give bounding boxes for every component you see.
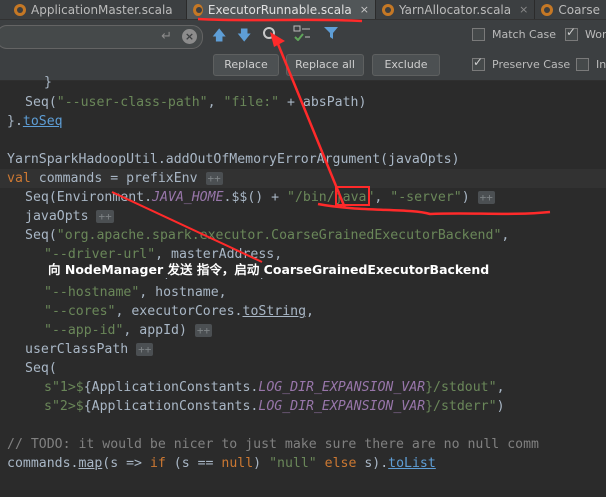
annotation-arrow bbox=[276, 43, 347, 209]
annotation-overlay bbox=[111, 17, 551, 263]
annotation-arrowhead bbox=[270, 32, 285, 47]
tab-underline-stroke bbox=[197, 17, 363, 23]
annotation-arrow-2 bbox=[111, 191, 263, 263]
